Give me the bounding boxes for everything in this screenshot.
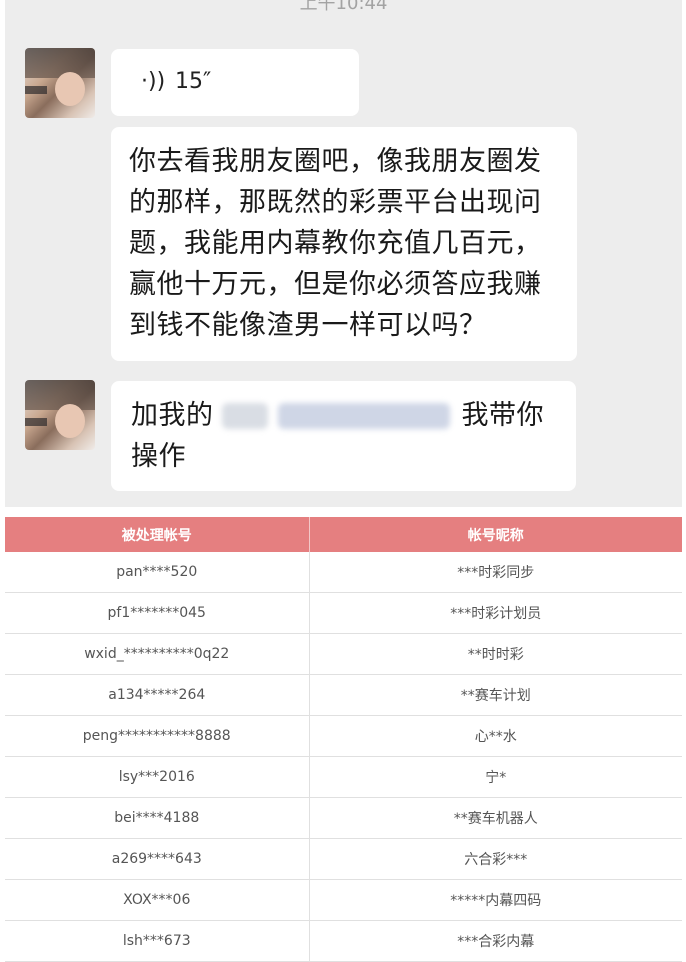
table-row: wxid_**********0q22 **时时彩 xyxy=(5,633,682,675)
account-cell: wxid_**********0q22 xyxy=(5,633,310,675)
table-row: a134*****264 **赛车计划 xyxy=(5,674,682,716)
table-row: pf1*******045 ***时彩计划员 xyxy=(5,592,682,634)
nickname-cell: 宁* xyxy=(309,756,682,798)
nickname-cell: **赛车机器人 xyxy=(309,797,682,839)
message-text: 我带你 xyxy=(461,400,544,431)
column-header: 帐号昵称 xyxy=(309,517,682,552)
text-message-bubble[interactable]: 你去看我朋友圈吧，像我朋友圈发的那样，那既然的彩票平台出现问题，我能用内幕教你充… xyxy=(111,127,577,361)
table-row: XOX***06 *****内幕四码 xyxy=(5,879,682,921)
message-timestamp: 上午10:44 xyxy=(299,0,388,14)
account-cell: XOX***06 xyxy=(5,879,310,921)
nickname-cell: ***时彩计划员 xyxy=(309,592,682,634)
table-row: peng***********8888 心**水 xyxy=(5,715,682,757)
voice-wave-icon: ·)) xyxy=(141,69,166,94)
voice-duration: 15″ xyxy=(175,69,212,94)
sender-avatar[interactable] xyxy=(25,380,95,450)
nickname-cell: **赛车计划 xyxy=(309,674,682,716)
nickname-cell: 心**水 xyxy=(309,715,682,757)
table-row: lsy***2016 宁* xyxy=(5,756,682,798)
account-cell: pf1*******045 xyxy=(5,592,310,634)
table-row: a269****643 六合彩*** xyxy=(5,838,682,880)
redacted-text xyxy=(277,402,450,429)
message-text: 加我的 xyxy=(131,400,214,431)
text-message-bubble[interactable]: 加我的 我带你 操作 xyxy=(111,381,576,491)
table-row: pan****520 ***时彩同步 xyxy=(5,552,682,593)
sender-avatar[interactable] xyxy=(25,48,95,118)
nickname-cell: *****内幕四码 xyxy=(309,879,682,921)
redacted-text xyxy=(221,402,268,429)
table-row: bei****4188 **赛车机器人 xyxy=(5,797,682,839)
account-cell: lsy***2016 xyxy=(5,756,310,798)
message-text: 操作 xyxy=(131,441,186,472)
nickname-cell: ***时彩同步 xyxy=(309,552,682,593)
table-header-row: 被处理帐号 帐号昵称 xyxy=(5,517,682,552)
chat-panel: 上午10:44 ·)) 15″ 你去看我朋友圈吧，像我朋友圈发的那样，那既然的彩… xyxy=(5,0,682,507)
account-cell: peng***********8888 xyxy=(5,715,310,757)
nickname-cell: ***合彩内幕 xyxy=(309,920,682,962)
account-cell: bei****4188 xyxy=(5,797,310,839)
account-cell: lsh***673 xyxy=(5,920,310,962)
account-cell: a269****643 xyxy=(5,838,310,880)
account-cell: a134*****264 xyxy=(5,674,310,716)
nickname-cell: **时时彩 xyxy=(309,633,682,675)
table-row: lsh***673 ***合彩内幕 xyxy=(5,920,682,962)
voice-message-bubble[interactable]: ·)) 15″ xyxy=(111,49,359,116)
account-cell: pan****520 xyxy=(5,552,310,593)
column-header: 被处理帐号 xyxy=(5,517,310,552)
nickname-cell: 六合彩*** xyxy=(309,838,682,880)
accounts-table: 被处理帐号 帐号昵称 pan****520 ***时彩同步 pf1*******0… xyxy=(5,517,682,962)
